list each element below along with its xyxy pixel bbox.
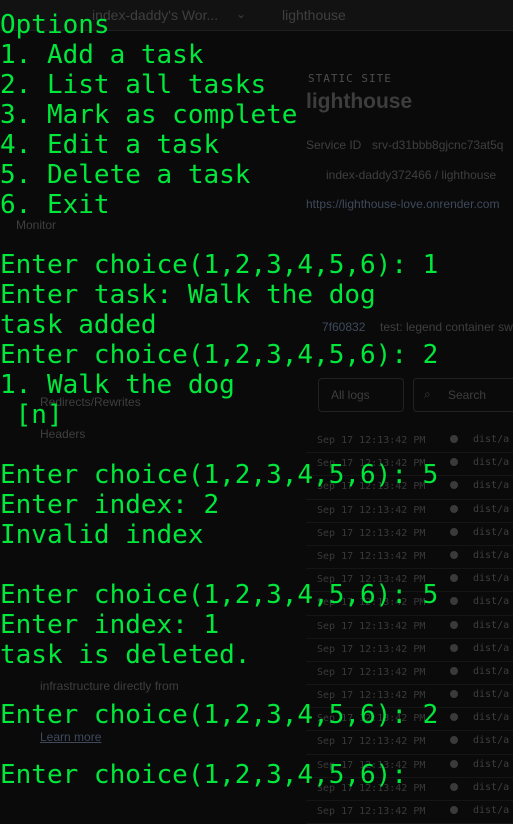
terminal-line: Enter index: 2 — [0, 490, 220, 520]
terminal-line: Enter choice(1,2,3,4,5,6): 2 — [0, 340, 439, 370]
info-icon — [450, 806, 458, 814]
terminal-line: Invalid index — [0, 520, 204, 550]
terminal-line: 4. Edit a task — [0, 130, 220, 160]
terminal-line: 1. Add a task — [0, 40, 204, 70]
log-row: Sep 17 12:13:42 PM dist/a — [306, 801, 513, 824]
log-timestamp: Sep 17 12:13:42 PM — [317, 806, 426, 817]
terminal-line: 6. Exit — [0, 190, 110, 220]
terminal-line: Enter choice(1,2,3,4,5,6): — [0, 760, 423, 790]
terminal-output[interactable]: Options 1. Add a task 2. List all tasks 3. … — [0, 10, 513, 790]
terminal-line: Enter choice(1,2,3,4,5,6): 5 — [0, 460, 439, 490]
terminal-line: 1. Walk the dog — [0, 370, 235, 400]
terminal-line: task added — [0, 310, 157, 340]
terminal-line: Options — [0, 10, 110, 40]
terminal-line: Enter choice(1,2,3,4,5,6): 1 — [0, 250, 439, 280]
terminal-line: Enter index: 1 — [0, 610, 220, 640]
terminal-line: [n] — [0, 400, 63, 430]
terminal-line: Enter task: Walk the dog — [0, 280, 376, 310]
terminal-line: 5. Delete a task — [0, 160, 251, 190]
terminal-line: 3. Mark as complete — [0, 100, 298, 130]
terminal-line: 2. List all tasks — [0, 70, 267, 100]
terminal-line: task is deleted. — [0, 640, 251, 670]
terminal-line: Enter choice(1,2,3,4,5,6): 5 — [0, 580, 439, 610]
terminal-line: Enter choice(1,2,3,4,5,6): 2 — [0, 700, 439, 730]
